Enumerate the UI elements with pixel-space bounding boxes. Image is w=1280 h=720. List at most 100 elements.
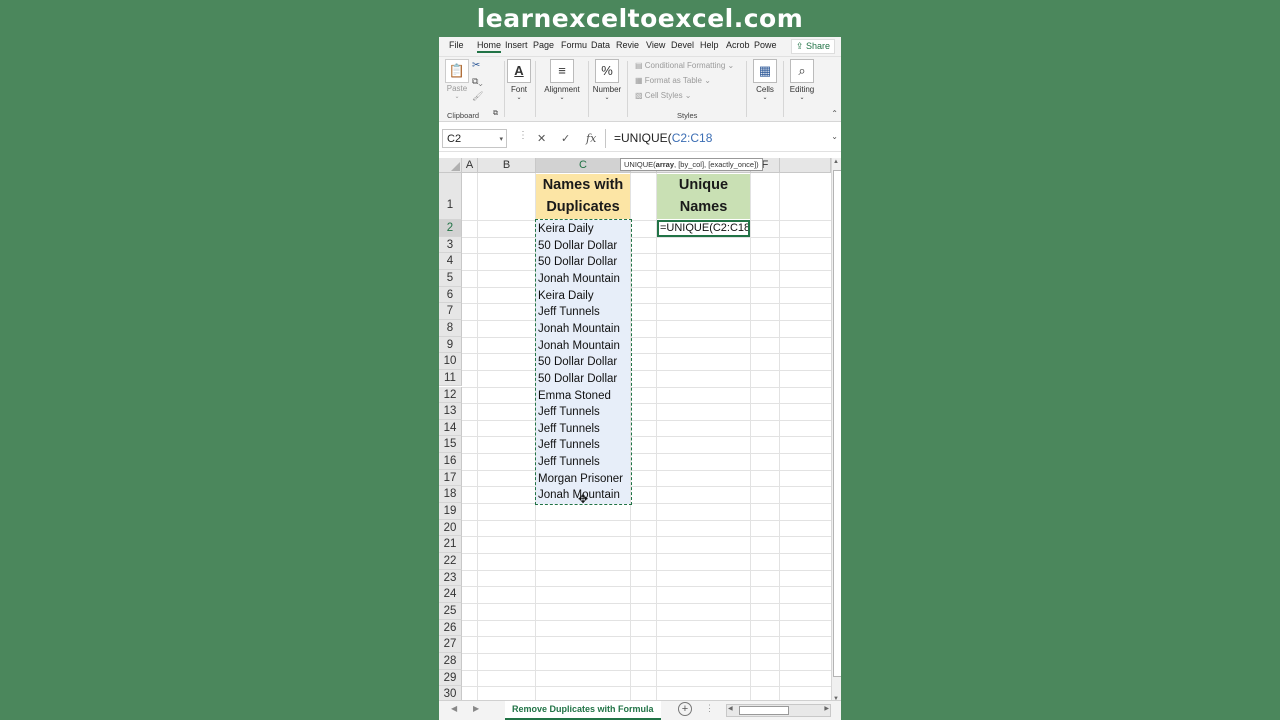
cut-icon[interactable]: ✂ — [472, 60, 480, 71]
select-all-corner[interactable] — [439, 158, 462, 173]
tab-insert[interactable]: Insert — [505, 40, 528, 50]
row-header-6[interactable]: 6 — [439, 286, 462, 304]
alignment-button[interactable]: ≡ Alignment ⌄ — [539, 59, 585, 101]
row-header-18[interactable]: 18 — [439, 486, 462, 504]
scroll-left-icon[interactable]: ◀ — [728, 705, 733, 712]
grid-row-line — [462, 569, 831, 571]
sheet-next-icon[interactable]: ▶ — [473, 704, 479, 713]
insert-function-icon[interactable]: fx — [586, 132, 596, 145]
font-button[interactable]: A Font ⌄ — [507, 59, 531, 101]
vertical-scrollbar[interactable]: ▲ ▼ — [831, 158, 841, 703]
row-header-24[interactable]: 24 — [439, 586, 462, 603]
column-header-a[interactable]: A — [462, 158, 478, 173]
add-sheet-icon[interactable]: + — [678, 702, 692, 716]
conditional-formatting-button[interactable]: ▤ Conditional Formatting ⌄ — [635, 61, 734, 70]
formula-input[interactable]: =UNIQUE(C2:C18 — [605, 129, 841, 148]
collapse-ribbon-icon[interactable]: ⌃ — [831, 109, 838, 118]
number-button[interactable]: % Number ⌄ — [590, 59, 624, 101]
row-header-1[interactable]: 1 — [439, 173, 462, 220]
row-header-29[interactable]: 29 — [439, 669, 462, 687]
tooltip-func: UNIQUE( — [624, 160, 656, 169]
format-painter-icon[interactable]: 🖌 — [472, 91, 483, 102]
grid-row-line — [462, 686, 831, 688]
grid-row-line — [462, 220, 831, 221]
tab-formu[interactable]: Formu — [561, 40, 587, 50]
font-icon: A — [507, 59, 531, 83]
row-header-22[interactable]: 22 — [439, 553, 462, 570]
column-header-b[interactable]: B — [478, 158, 536, 173]
cells-button[interactable]: ▦ Cells ⌄ — [753, 59, 777, 101]
alignment-label: Alignment — [544, 85, 580, 94]
cancel-icon[interactable]: ✕ — [537, 132, 546, 145]
row-header-19[interactable]: 19 — [439, 503, 462, 520]
tab-devel[interactable]: Devel — [671, 40, 694, 50]
row-header-25[interactable]: 25 — [439, 602, 462, 620]
row-header-8[interactable]: 8 — [439, 319, 462, 337]
editing-button[interactable]: ⌕ Editing ⌄ — [788, 59, 816, 101]
tab-file[interactable]: File — [449, 40, 464, 50]
copy-icon[interactable]: ⧉⌄ — [472, 76, 483, 87]
sheet-prev-icon[interactable]: ◀ — [451, 704, 457, 713]
row-header-14[interactable]: 14 — [439, 419, 462, 437]
cell-styles-button[interactable]: ▧ Cell Styles ⌄ — [635, 91, 692, 100]
enter-icon[interactable]: ✓ — [561, 132, 570, 145]
grid-row-line — [462, 419, 831, 421]
row-header-26[interactable]: 26 — [439, 619, 462, 637]
formula-ref: C2:C18 — [671, 131, 713, 145]
row-header-3[interactable]: 3 — [439, 236, 462, 254]
expand-formula-icon[interactable]: ⌄ — [831, 132, 838, 141]
tab-acrob[interactable]: Acrob — [726, 40, 750, 50]
vertical-scroll-thumb[interactable] — [833, 170, 841, 677]
tab-data[interactable]: Data — [591, 40, 610, 50]
share-button[interactable]: ⇪ Share — [790, 39, 835, 54]
sheet-tab-remove-duplicates[interactable]: Remove Duplicates with Formula — [505, 701, 661, 720]
formula-bar: C2 ▾ ⋮ ✕ ✓ fx =UNIQUE(C2:C18 ⌄ — [439, 127, 841, 152]
header-unique-names[interactable]: Unique Names — [657, 174, 750, 219]
row-header-9[interactable]: 9 — [439, 336, 462, 354]
row-header-4[interactable]: 4 — [439, 253, 462, 270]
row-header-5[interactable]: 5 — [439, 269, 462, 287]
tab-page[interactable]: Page — [533, 40, 554, 50]
row-header-15[interactable]: 15 — [439, 436, 462, 454]
row-header-11[interactable]: 11 — [439, 369, 462, 387]
function-tooltip[interactable]: UNIQUE(array, [by_col], [exactly_once]) — [620, 158, 763, 171]
chevron-down-icon: ⌄ — [604, 95, 610, 101]
row-header-23[interactable]: 23 — [439, 569, 462, 587]
row-header-7[interactable]: 7 — [439, 303, 462, 320]
row-header-16[interactable]: 16 — [439, 453, 462, 470]
row-header-28[interactable]: 28 — [439, 652, 462, 670]
tab-revie[interactable]: Revie — [616, 40, 639, 50]
chevron-down-icon: ▾ — [499, 136, 503, 143]
horizontal-scrollbar[interactable]: ◀ ▶ — [726, 704, 831, 717]
row-header-10[interactable]: 10 — [439, 353, 462, 370]
cells-icon: ▦ — [753, 59, 777, 83]
row-header-20[interactable]: 20 — [439, 519, 462, 537]
clipboard-group-label: Clipboard — [447, 111, 480, 120]
worksheet-grid[interactable]: ABCDEF 123456789101112131415161718192021… — [439, 158, 831, 703]
name-box[interactable]: C2 ▾ — [442, 129, 507, 148]
column-header-g[interactable] — [780, 158, 831, 173]
scroll-up-icon[interactable]: ▲ — [833, 159, 839, 165]
tab-view[interactable]: View — [646, 40, 665, 50]
row-header-27[interactable]: 27 — [439, 636, 462, 653]
format-as-table-button[interactable]: ▦ Format as Table ⌄ — [635, 76, 711, 85]
scroll-right-icon[interactable]: ▶ — [824, 705, 829, 712]
paste-button[interactable]: 📋 Paste ⌄ — [445, 59, 469, 100]
tooltip-rest: , [by_col], [exactly_once]) — [674, 160, 759, 169]
grid-row-line — [462, 536, 831, 538]
tab-powe[interactable]: Powe — [754, 40, 777, 50]
dialog-launcher-icon[interactable]: ⧉ — [493, 110, 498, 118]
sheet-tab-bar: ◀ ▶ Remove Duplicates with Formula + ⋮ ◀… — [439, 700, 841, 720]
row-header-12[interactable]: 12 — [439, 386, 462, 404]
row-header-2[interactable]: 2 — [439, 220, 462, 237]
row-header-17[interactable]: 17 — [439, 469, 462, 487]
excel-window: learnexceltoexcel.com File Home Insert Page… — [439, 0, 841, 720]
row-header-13[interactable]: 13 — [439, 403, 462, 420]
horizontal-scroll-thumb[interactable] — [739, 706, 789, 715]
tab-home[interactable]: Home — [477, 40, 502, 53]
row-header-21[interactable]: 21 — [439, 536, 462, 553]
header-names-with-duplicates[interactable]: Names with Duplicates — [536, 174, 630, 219]
column-header-c[interactable]: C — [536, 158, 631, 173]
active-cell-e2[interactable]: =UNIQUE(C2:C18 — [657, 220, 750, 237]
tab-help[interactable]: Help — [700, 40, 719, 50]
